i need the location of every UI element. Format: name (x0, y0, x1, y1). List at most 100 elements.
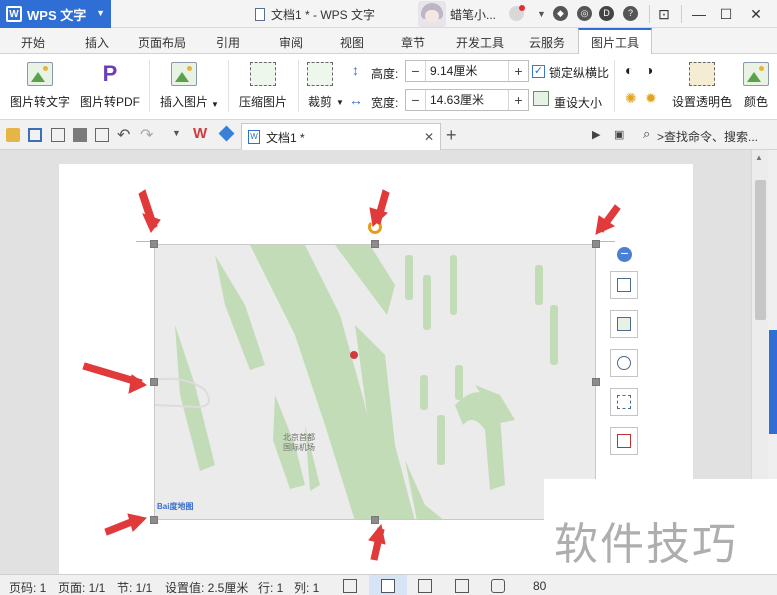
reset-size-button[interactable]: 重设大小 (554, 94, 602, 111)
crop-caret-icon[interactable]: ▼ (336, 98, 344, 107)
tab-review[interactable]: 审阅 (279, 34, 303, 51)
tab-page-layout[interactable]: 页面布局 (138, 34, 186, 51)
page-view-icon[interactable] (381, 579, 395, 593)
crop-button[interactable]: 裁剪 (307, 62, 333, 110)
scroll-up-icon[interactable]: ▲ (755, 153, 763, 162)
skin-icon[interactable]: ◆ (553, 6, 568, 21)
zoom-preview-button[interactable] (610, 349, 638, 377)
map-graphic (155, 245, 558, 519)
zoom-icon (617, 356, 631, 370)
compress-picture-button[interactable]: 压缩图片 (239, 62, 287, 110)
undo-icon[interactable]: ↶ (117, 125, 130, 145)
web-view-icon[interactable] (455, 579, 469, 593)
customize-caret-icon[interactable]: ▼ (172, 128, 181, 138)
contrast-up-icon[interactable]: ◐ (625, 62, 633, 78)
insert-picture-caret-icon[interactable]: ▼ (211, 100, 219, 109)
height-increase-button[interactable]: + (508, 61, 528, 81)
width-label: 宽度: (371, 96, 399, 110)
user-menu-caret-icon[interactable]: ▼ (537, 9, 546, 19)
rotate-handle-icon[interactable] (368, 220, 382, 234)
avatar-face (425, 10, 439, 22)
tab-references[interactable]: 引用 (216, 34, 240, 51)
resize-handle-bottom[interactable] (371, 516, 379, 524)
search-icon[interactable]: ⌕ (643, 126, 650, 142)
wps-home-icon[interactable]: W (193, 125, 207, 142)
picture-more-button[interactable] (610, 427, 638, 455)
scrollbar-thumb[interactable] (755, 180, 766, 320)
insert-picture-button[interactable]: 插入图片 (160, 62, 208, 110)
height-input[interactable]: 9.14厘米 (426, 61, 508, 81)
tab-cloud[interactable]: 云服务 (529, 34, 565, 51)
print-preview-icon[interactable] (51, 128, 65, 142)
focus-mode-icon[interactable] (343, 579, 357, 593)
save-icon[interactable] (28, 128, 42, 142)
tab-view[interactable]: 视图 (340, 34, 364, 51)
maximize-button[interactable]: ☐ (716, 4, 736, 24)
resize-handle-right[interactable] (592, 378, 600, 386)
tab-insert[interactable]: 插入 (85, 34, 109, 51)
selected-map-image[interactable]: 北京首都 国际机场 Bai度地图 (154, 244, 596, 520)
width-input[interactable]: 14.63厘米 (426, 90, 508, 110)
close-button[interactable]: ✕ (746, 4, 766, 24)
print-icon[interactable] (73, 128, 87, 142)
height-stepper[interactable]: − 9.14厘米 + (405, 60, 529, 82)
collapse-toolbar-icon[interactable]: − (617, 246, 632, 262)
zoom-level[interactable]: 80 (533, 579, 546, 593)
brightness-down-icon[interactable]: ✹ (645, 90, 657, 107)
redo-icon[interactable]: ↷ (140, 125, 153, 145)
outline-view-icon[interactable] (418, 579, 432, 593)
set-transparent-button[interactable]: 设置透明色 (672, 62, 732, 110)
pic-to-pdf-button[interactable]: P 图片转PDF (80, 61, 140, 110)
lock-ratio-checkbox[interactable]: ✓ (532, 65, 545, 78)
set-transparent-label: 设置透明色 (672, 95, 733, 109)
open-folder-icon[interactable] (6, 128, 20, 142)
resize-handle-left[interactable] (150, 378, 158, 386)
reset-size-icon (533, 91, 549, 106)
insert-picture-label: 插入图片 (160, 95, 209, 109)
contrast-down-icon[interactable]: ◑ (645, 62, 653, 78)
pin-window-icon[interactable]: ⊡ (654, 4, 674, 24)
tab-developer[interactable]: 开发工具 (456, 34, 504, 51)
help-icon[interactable]: ? (623, 6, 638, 21)
member-badge-icon[interactable] (509, 5, 525, 21)
layout-options-button[interactable] (610, 271, 638, 299)
resize-handle-bottom-left[interactable] (150, 516, 158, 524)
width-decrease-button[interactable]: − (406, 90, 426, 110)
watermark-text: 软件技巧 (554, 519, 738, 570)
share-icon[interactable]: D (599, 6, 614, 21)
tab-chapter[interactable]: 章节 (401, 34, 425, 51)
sync-icon[interactable]: ◎ (577, 6, 592, 21)
eye-protect-icon[interactable] (491, 579, 505, 593)
crop-picture-button[interactable] (610, 388, 638, 416)
map-label-line1: 北京首都 (283, 433, 315, 442)
cloud-docs-icon[interactable] (218, 125, 235, 142)
document-tab[interactable]: W 文档1 * ✕ (241, 123, 441, 150)
status-setting: 设置值: 2.5厘米 (165, 581, 249, 595)
tab-home[interactable]: 开始 (21, 34, 45, 51)
tab-picture-tools[interactable]: 图片工具 (578, 28, 653, 55)
new-tab-button[interactable]: + (446, 125, 457, 146)
comment-icon[interactable]: ▣ (614, 128, 624, 141)
picture-edit-button[interactable] (610, 310, 638, 338)
play-icon[interactable]: ▶ (592, 128, 600, 141)
pic-to-text-button[interactable]: 图片转文字 (10, 62, 70, 110)
ribbon-divider (228, 60, 229, 112)
user-name[interactable]: 蜡笔小... (450, 6, 496, 23)
resize-handle-top[interactable] (371, 240, 379, 248)
resize-handle-top-left[interactable] (150, 240, 158, 248)
resize-handle-top-right[interactable] (592, 240, 600, 248)
app-menu-button[interactable]: W WPS 文字 ▼ (0, 0, 111, 28)
width-increase-button[interactable]: + (508, 90, 528, 110)
export-pdf-icon[interactable] (95, 128, 109, 142)
height-decrease-button[interactable]: − (406, 61, 426, 81)
width-stepper[interactable]: − 14.63厘米 + (405, 89, 529, 111)
brightness-up-icon[interactable]: ✺ (625, 90, 637, 107)
user-avatar[interactable] (418, 1, 446, 27)
command-search-input[interactable]: >查找命令、搜索... (657, 128, 758, 145)
close-tab-icon[interactable]: ✕ (424, 130, 434, 144)
minimize-button[interactable]: — (689, 4, 709, 24)
side-panel-toggle[interactable] (769, 330, 777, 434)
crop-icon (307, 62, 333, 86)
crop-label: 裁剪 (307, 95, 332, 109)
color-button[interactable]: 颜色 (743, 62, 769, 110)
